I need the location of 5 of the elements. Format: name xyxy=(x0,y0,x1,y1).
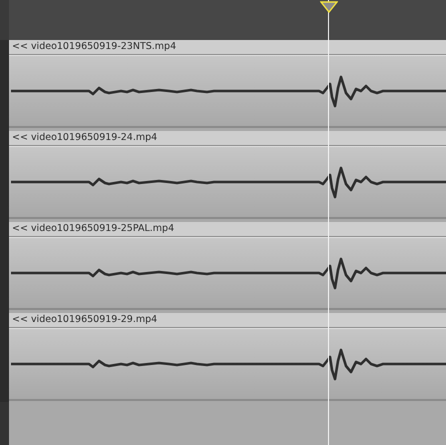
clip-label: << video1019650919-23NTS.mp4 xyxy=(12,42,176,52)
clip-label: << video1019650919-29.mp4 xyxy=(12,315,158,325)
clip-label: << video1019650919-25PAL.mp4 xyxy=(12,224,174,234)
clip-label: << video1019650919-24.mp4 xyxy=(12,133,158,143)
playhead-icon[interactable] xyxy=(320,1,338,13)
